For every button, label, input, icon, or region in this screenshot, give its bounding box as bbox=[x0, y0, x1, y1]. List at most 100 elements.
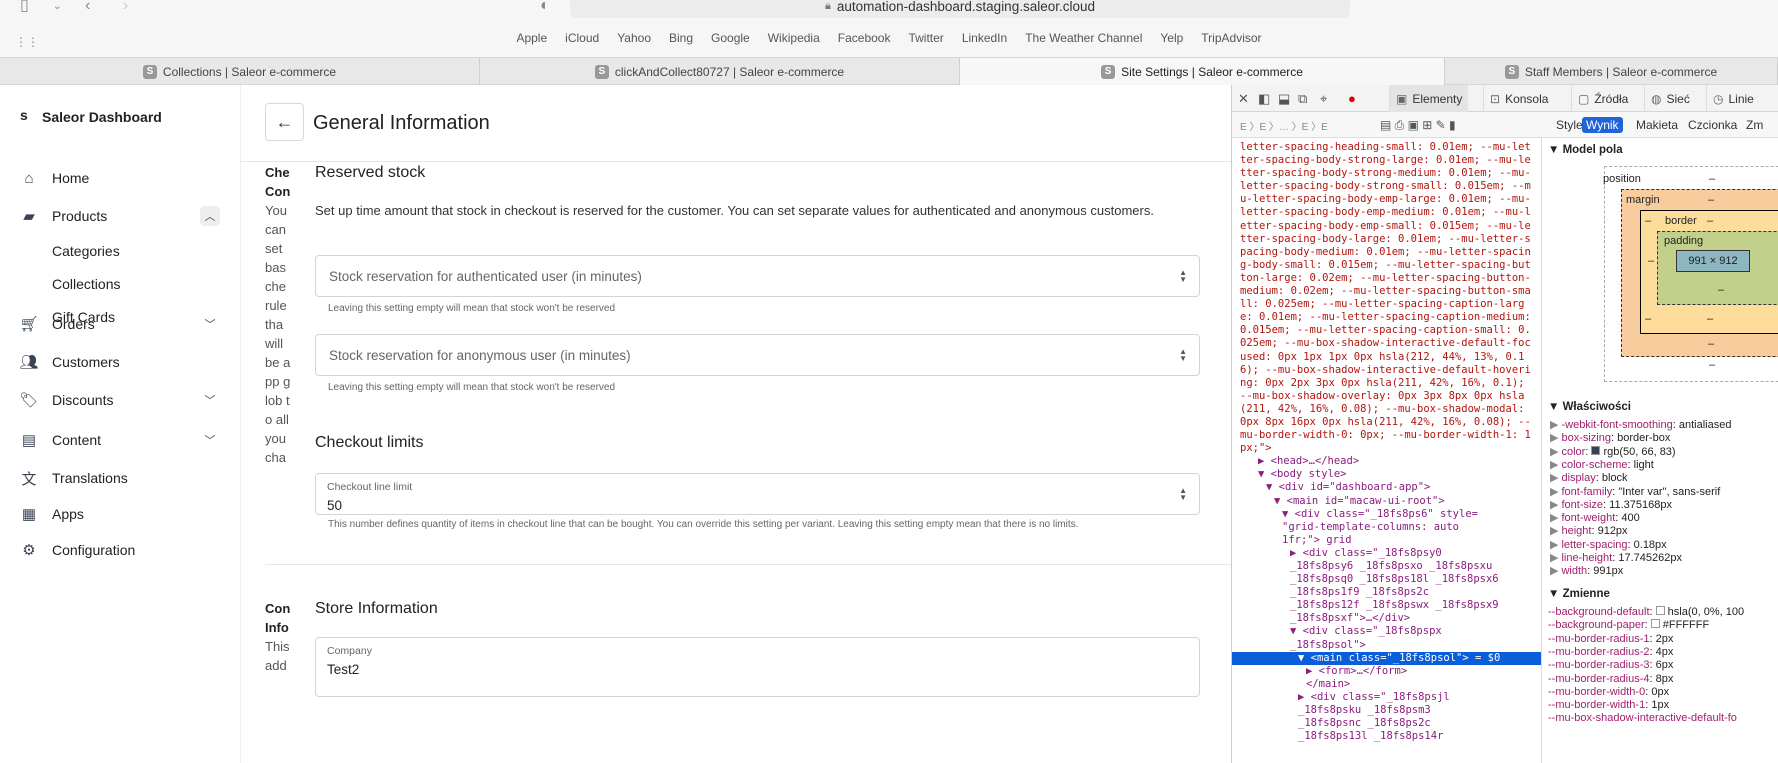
css-variable[interactable]: --mu-box-shadow-interactive-default-fo bbox=[1548, 712, 1737, 724]
inspect-icon[interactable]: ⌖ bbox=[1320, 91, 1327, 107]
css-variable[interactable]: --mu-border-radius-1: 2px bbox=[1548, 633, 1673, 645]
css-variable[interactable]: --background-paper: #FFFFFF bbox=[1548, 619, 1709, 631]
sidebar-subitem-collections[interactable]: Collections bbox=[52, 276, 120, 292]
devtools-tab-0[interactable]: ▣ Elementy bbox=[1389, 85, 1469, 112]
sidebar-item-configuration[interactable]: ⚙ Configuration bbox=[20, 538, 220, 562]
error-icon[interactable]: ● bbox=[1348, 91, 1356, 106]
bookmark-link[interactable]: Apple bbox=[516, 31, 547, 51]
disclosure-icon[interactable]: ▶ bbox=[1550, 432, 1558, 444]
dom-node[interactable]: _18fs8ps12f _18fs8pswx _18fs8psx9 bbox=[1232, 599, 1541, 612]
dom-node[interactable]: ▼ <div id="dashboard-app"> bbox=[1232, 481, 1541, 494]
dom-node[interactable]: _18fs8ps1f9 _18fs8ps2c bbox=[1232, 586, 1541, 599]
dom-node[interactable]: _18fs8psol"> bbox=[1232, 639, 1541, 652]
checkout-line-limit-input[interactable]: Checkout line limit 50 ▲ ▼ bbox=[315, 473, 1200, 515]
sidebar-item-home[interactable]: ⌂ Home bbox=[20, 166, 220, 190]
computed-property[interactable]: ▶ font-weight: 400 bbox=[1550, 511, 1640, 524]
auth-reservation-input[interactable]: Stock reservation for authenticated user… bbox=[315, 255, 1200, 297]
chevron-down-icon[interactable]: ⌄ bbox=[53, 0, 61, 15]
computed-property[interactable]: ▶ -webkit-font-smoothing: antialiased bbox=[1550, 418, 1731, 431]
disclosure-icon[interactable]: ▶ bbox=[1550, 525, 1558, 537]
address-bar[interactable]: 🔒︎ automation-dashboard.staging.saleor.c… bbox=[570, 0, 1350, 18]
computed-property[interactable]: ▶ color: rgb(50, 66, 83) bbox=[1550, 445, 1676, 458]
panel-tab[interactable]: Wynik bbox=[1582, 117, 1623, 133]
sidebar-item-content[interactable]: ▤ Content ﹀ bbox=[20, 428, 220, 452]
computed-property[interactable]: ▶ font-size: 11.375168px bbox=[1550, 498, 1672, 511]
color-swatch-icon[interactable] bbox=[1655, 606, 1665, 615]
color-swatch-icon[interactable] bbox=[1591, 445, 1601, 455]
computed-property[interactable]: ▶ line-height: 17.745262px bbox=[1550, 551, 1682, 564]
browser-tab[interactable]: S Staff Members | Saleor e-commerce bbox=[1445, 58, 1778, 85]
disclosure-icon[interactable]: ▶ bbox=[1550, 472, 1558, 484]
bookmark-link[interactable]: Twitter bbox=[908, 31, 943, 51]
computed-property[interactable]: ▶ color-scheme: light bbox=[1550, 458, 1654, 471]
dock-bottom-icon[interactable]: ⬓ bbox=[1278, 91, 1290, 107]
css-variable[interactable]: --mu-border-radius-2: 4px bbox=[1548, 646, 1673, 658]
bookmark-link[interactable]: Yahoo bbox=[617, 31, 651, 51]
shield-icon[interactable]: ◐ bbox=[540, 0, 550, 14]
chevron-down-icon[interactable]: ﹀ bbox=[200, 314, 220, 334]
dom-node[interactable]: ▶ <head>…</head> bbox=[1232, 455, 1541, 468]
disclosure-icon[interactable]: ▶ bbox=[1550, 565, 1558, 577]
disclosure-icon[interactable]: ▶ bbox=[1550, 486, 1558, 498]
dom-node[interactable]: ▼ <main class="_18fs8psol"> = $0 bbox=[1232, 651, 1541, 665]
dom-node[interactable]: ▶ <div class="_18fs8psjl bbox=[1232, 691, 1541, 704]
dom-node[interactable]: _18fs8psy6 _18fs8psxo _18fs8psxu bbox=[1232, 560, 1541, 573]
sidebar-item-products[interactable]: ▰ Products ︿ bbox=[20, 204, 220, 228]
bookmark-link[interactable]: The Weather Channel bbox=[1025, 31, 1142, 51]
color-swatch-icon[interactable] bbox=[1650, 619, 1660, 629]
panel-tab[interactable]: Czcionka bbox=[1684, 117, 1741, 133]
sidebar-subitem-gift-cards[interactable]: Gift Cards bbox=[52, 309, 115, 325]
computed-property[interactable]: ▶ height: 912px bbox=[1550, 524, 1628, 537]
computed-property[interactable]: ▶ font-family: "Inter var", sans-serif bbox=[1550, 485, 1720, 498]
computed-property[interactable]: ▶ display: block bbox=[1550, 471, 1628, 484]
bookmark-link[interactable]: Google bbox=[711, 31, 750, 51]
bookmark-link[interactable]: iCloud bbox=[565, 31, 599, 51]
dom-node[interactable]: _18fs8ps13l _18fs8ps14r bbox=[1232, 730, 1541, 743]
browser-tab[interactable]: S Collections | Saleor e-commerce bbox=[0, 58, 480, 85]
dom-node[interactable]: "grid-template-columns: auto bbox=[1232, 521, 1541, 534]
devtools-tab-3[interactable]: ◍ Sieć bbox=[1644, 85, 1696, 112]
forward-arrow-icon[interactable]: › bbox=[123, 0, 128, 14]
dom-node[interactable]: ▼ <main id="macaw-ui-root"> bbox=[1232, 495, 1541, 508]
devtools-tab-2[interactable]: ▢ Źródła bbox=[1571, 85, 1634, 112]
computed-property[interactable]: ▶ letter-spacing: 0.18px bbox=[1550, 538, 1667, 551]
dom-node[interactable]: ▼ <div class="_18fs8pspx bbox=[1232, 625, 1541, 638]
css-variable[interactable]: --mu-border-width-0: 0px bbox=[1548, 686, 1669, 698]
sidebar-item-discounts[interactable]: 🏷︎ Discounts ﹀ bbox=[19, 388, 220, 412]
disclosure-icon[interactable]: ▶ bbox=[1550, 552, 1558, 564]
dock-left-icon[interactable]: ◧ bbox=[1258, 91, 1270, 107]
sidebar-item-customers[interactable]: 👥︎ Customers bbox=[19, 350, 220, 374]
dom-node[interactable]: </main> bbox=[1232, 678, 1541, 691]
devtools-tab-4[interactable]: ◷ Linie bbox=[1706, 85, 1760, 112]
sidebar-item-orders[interactable]: 🛒︎ Orders ﹀ bbox=[19, 312, 220, 336]
css-variable[interactable]: --background-default: hsla(0, 0%, 100 bbox=[1548, 606, 1744, 618]
breadcrumb[interactable]: E 〉E 〉… 〉E 〉E bbox=[1240, 118, 1328, 133]
browser-tab[interactable]: S Site Settings | Saleor e-commerce bbox=[960, 58, 1445, 85]
dom-node[interactable]: _18fs8psnc _18fs8ps2c bbox=[1232, 717, 1541, 730]
undock-icon[interactable]: ⧉ bbox=[1298, 91, 1307, 107]
disclosure-icon[interactable]: ▶ bbox=[1550, 539, 1558, 551]
bookmark-link[interactable]: LinkedIn bbox=[962, 31, 1007, 51]
chevron-down-icon[interactable]: ﹀ bbox=[200, 390, 220, 410]
devtools-tab-1[interactable]: ⊡ Konsola bbox=[1483, 85, 1554, 112]
disclosure-icon[interactable]: ▶ bbox=[1550, 459, 1558, 471]
dom-node[interactable]: ▼ <body style> bbox=[1232, 468, 1541, 481]
stepper-icon[interactable]: ▲ ▼ bbox=[1179, 348, 1187, 363]
company-input[interactable]: Company Test2 bbox=[315, 637, 1200, 697]
sidebar-item-translations[interactable]: 文 Translations bbox=[20, 466, 220, 490]
panel-tab[interactable]: Makieta bbox=[1632, 117, 1682, 133]
computed-property[interactable]: ▶ box-sizing: border-box bbox=[1550, 431, 1670, 444]
dom-node[interactable]: ▼ <div class="_18fs8ps6" style= bbox=[1232, 508, 1541, 521]
close-icon[interactable]: ✕ bbox=[1238, 91, 1249, 107]
disclosure-icon[interactable]: ▶ bbox=[1550, 446, 1558, 458]
disclosure-icon[interactable]: ▶ bbox=[1550, 499, 1558, 511]
css-variable[interactable]: --mu-border-radius-4: 8px bbox=[1548, 673, 1673, 685]
stepper-icon[interactable]: ▲ ▼ bbox=[1179, 487, 1187, 502]
sidebar-item-apps[interactable]: ▦ Apps bbox=[20, 502, 220, 526]
browser-tab[interactable]: SclickAndCollect80727 | Saleor e-commerc… bbox=[480, 58, 960, 85]
dom-node[interactable]: ▶ <form>…</form> bbox=[1232, 665, 1541, 678]
computed-property[interactable]: ▶ width: 991px bbox=[1550, 564, 1623, 577]
anon-reservation-input[interactable]: Stock reservation for anonymous user (in… bbox=[315, 334, 1200, 376]
back-arrow-icon[interactable]: ‹ bbox=[85, 0, 90, 14]
chevron-down-icon[interactable]: ﹀ bbox=[200, 430, 220, 450]
